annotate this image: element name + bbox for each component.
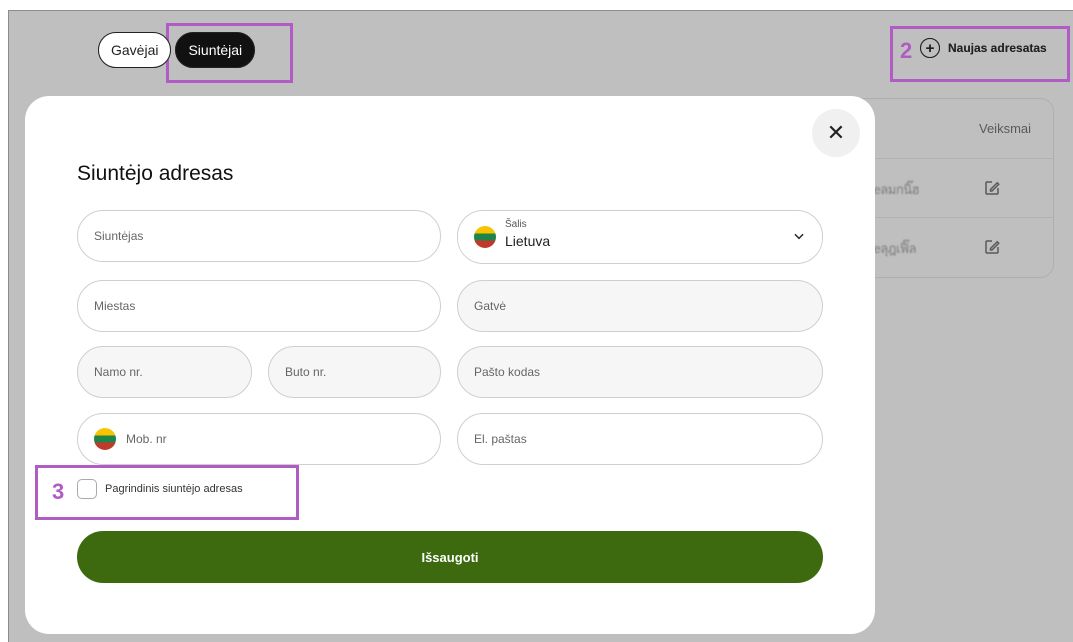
chevron-down-icon (792, 229, 806, 246)
email-placeholder: El. paštas (474, 432, 527, 446)
new-address-label: Naujas adresatas (948, 41, 1047, 55)
tab-bar-foreground: Gavėjai Siuntėjai (98, 32, 256, 68)
apartment-number-placeholder: Buto nr. (285, 365, 327, 379)
sender-name-placeholder: Siuntėjas (94, 229, 144, 243)
country-value: Lietuva (505, 233, 551, 249)
sender-name-field[interactable]: Siuntėjas (77, 210, 441, 262)
tab-recipients[interactable]: Gavėjai (98, 32, 172, 68)
apartment-number-field[interactable]: Buto nr. (268, 346, 441, 398)
email-field[interactable]: El. paštas (457, 413, 823, 465)
plus-circle-icon: + (920, 38, 940, 58)
close-button[interactable]: ✕ (812, 109, 860, 157)
modal-title: Siuntėjo adresas (77, 162, 234, 185)
country-label: Šalis (505, 219, 527, 230)
annotation-box-3 (35, 465, 299, 520)
phone-field[interactable]: Mob. nr (77, 413, 441, 465)
sender-address-modal: ✕ Siuntėjo adresas Siuntėjas Šalis Lietu… (25, 96, 875, 634)
street-field[interactable]: Gatvė (457, 280, 823, 332)
postal-code-field[interactable]: Pašto kodas (457, 346, 823, 398)
tab-senders[interactable]: Siuntėjai (175, 32, 256, 68)
lithuania-flag-icon (94, 428, 116, 450)
country-select[interactable]: Šalis Lietuva (457, 210, 823, 264)
close-icon: ✕ (826, 120, 846, 145)
new-address-button[interactable]: + Naujas adresatas (920, 38, 1047, 58)
postal-code-placeholder: Pašto kodas (474, 365, 541, 379)
lithuania-flag-icon (474, 226, 496, 248)
phone-placeholder: Mob. nr (126, 432, 167, 446)
house-number-placeholder: Namo nr. (94, 365, 143, 379)
city-placeholder: Miestas (94, 299, 136, 313)
street-placeholder: Gatvė (474, 299, 507, 313)
city-field[interactable]: Miestas (77, 280, 441, 332)
house-number-field[interactable]: Namo nr. (77, 346, 252, 398)
annotation-number-3: 3 (52, 479, 65, 504)
annotation-number-2: 2 (900, 38, 913, 63)
save-button[interactable]: Išsaugoti (77, 531, 823, 583)
